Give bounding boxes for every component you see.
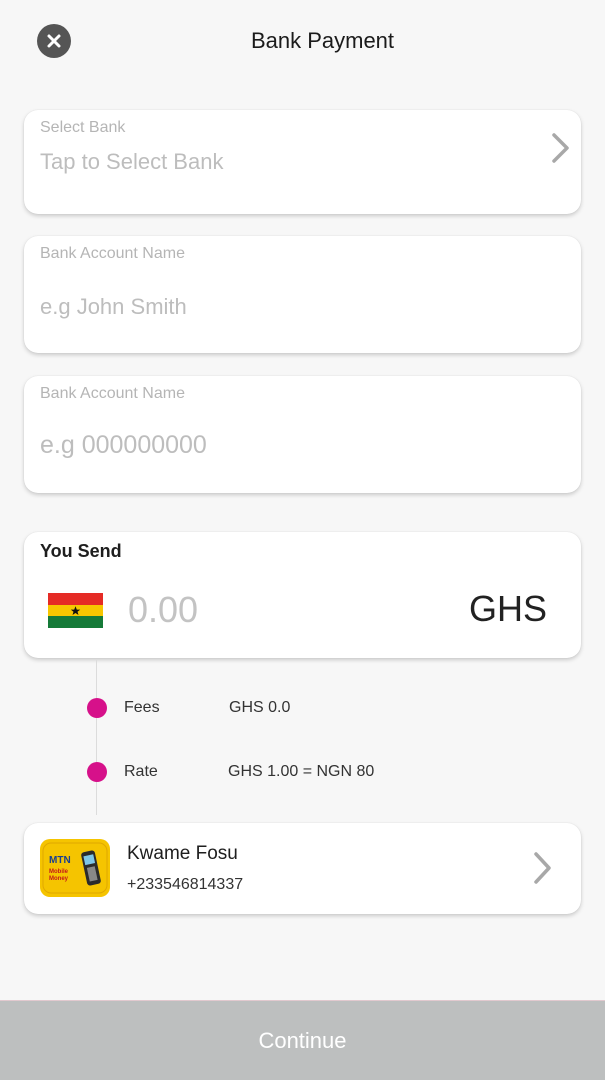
select-bank-label: Select Bank: [40, 119, 126, 136]
app-header: Bank Payment: [0, 0, 605, 84]
recipient-phone: +233546814337: [127, 876, 244, 893]
recipient-card[interactable]: MTN Mobile Money Kwame Fosu +23354681433…: [24, 823, 581, 914]
account-name-label: Bank Account Name: [40, 245, 185, 262]
rate-value: GHS 1.00 = NGN 80: [228, 763, 375, 780]
amount-input[interactable]: 0.00: [128, 589, 198, 631]
rate-label: Rate: [124, 763, 158, 780]
you-send-card: You Send 0.00 GHS: [24, 532, 581, 658]
fees-value: GHS 0.0: [229, 699, 291, 716]
timeline-line: [96, 660, 97, 815]
currency-code: GHS: [468, 588, 547, 629]
chevron-right-icon: [534, 852, 551, 884]
page-title: Bank Payment: [250, 28, 395, 53]
you-send-title: You Send: [40, 541, 122, 561]
continue-button[interactable]: Continue: [0, 1000, 605, 1080]
logo-text-mobile: Mobile: [49, 869, 69, 875]
select-bank-placeholder: Tap to Select Bank: [40, 149, 224, 174]
fees-label: Fees: [124, 699, 160, 716]
account-number-field[interactable]: Bank Account Name e.g 000000000: [24, 376, 581, 493]
mtn-mobile-money-logo: MTN Mobile Money: [40, 839, 110, 897]
account-name-field[interactable]: Bank Account Name e.g John Smith: [24, 236, 581, 353]
account-number-placeholder: e.g 000000000: [40, 431, 207, 459]
account-number-label: Bank Account Name: [40, 385, 185, 402]
chevron-right-icon: [552, 133, 569, 163]
logo-text-money: Money: [49, 876, 69, 882]
logo-text-mtn: MTN: [49, 855, 71, 866]
ghana-flag-icon: [48, 593, 103, 628]
fees-dot: [87, 698, 107, 718]
account-name-placeholder: e.g John Smith: [40, 294, 187, 319]
recipient-name: Kwame Fosu: [127, 843, 238, 864]
select-bank-field[interactable]: Select Bank Tap to Select Bank: [24, 110, 581, 214]
rate-dot: [87, 762, 107, 782]
